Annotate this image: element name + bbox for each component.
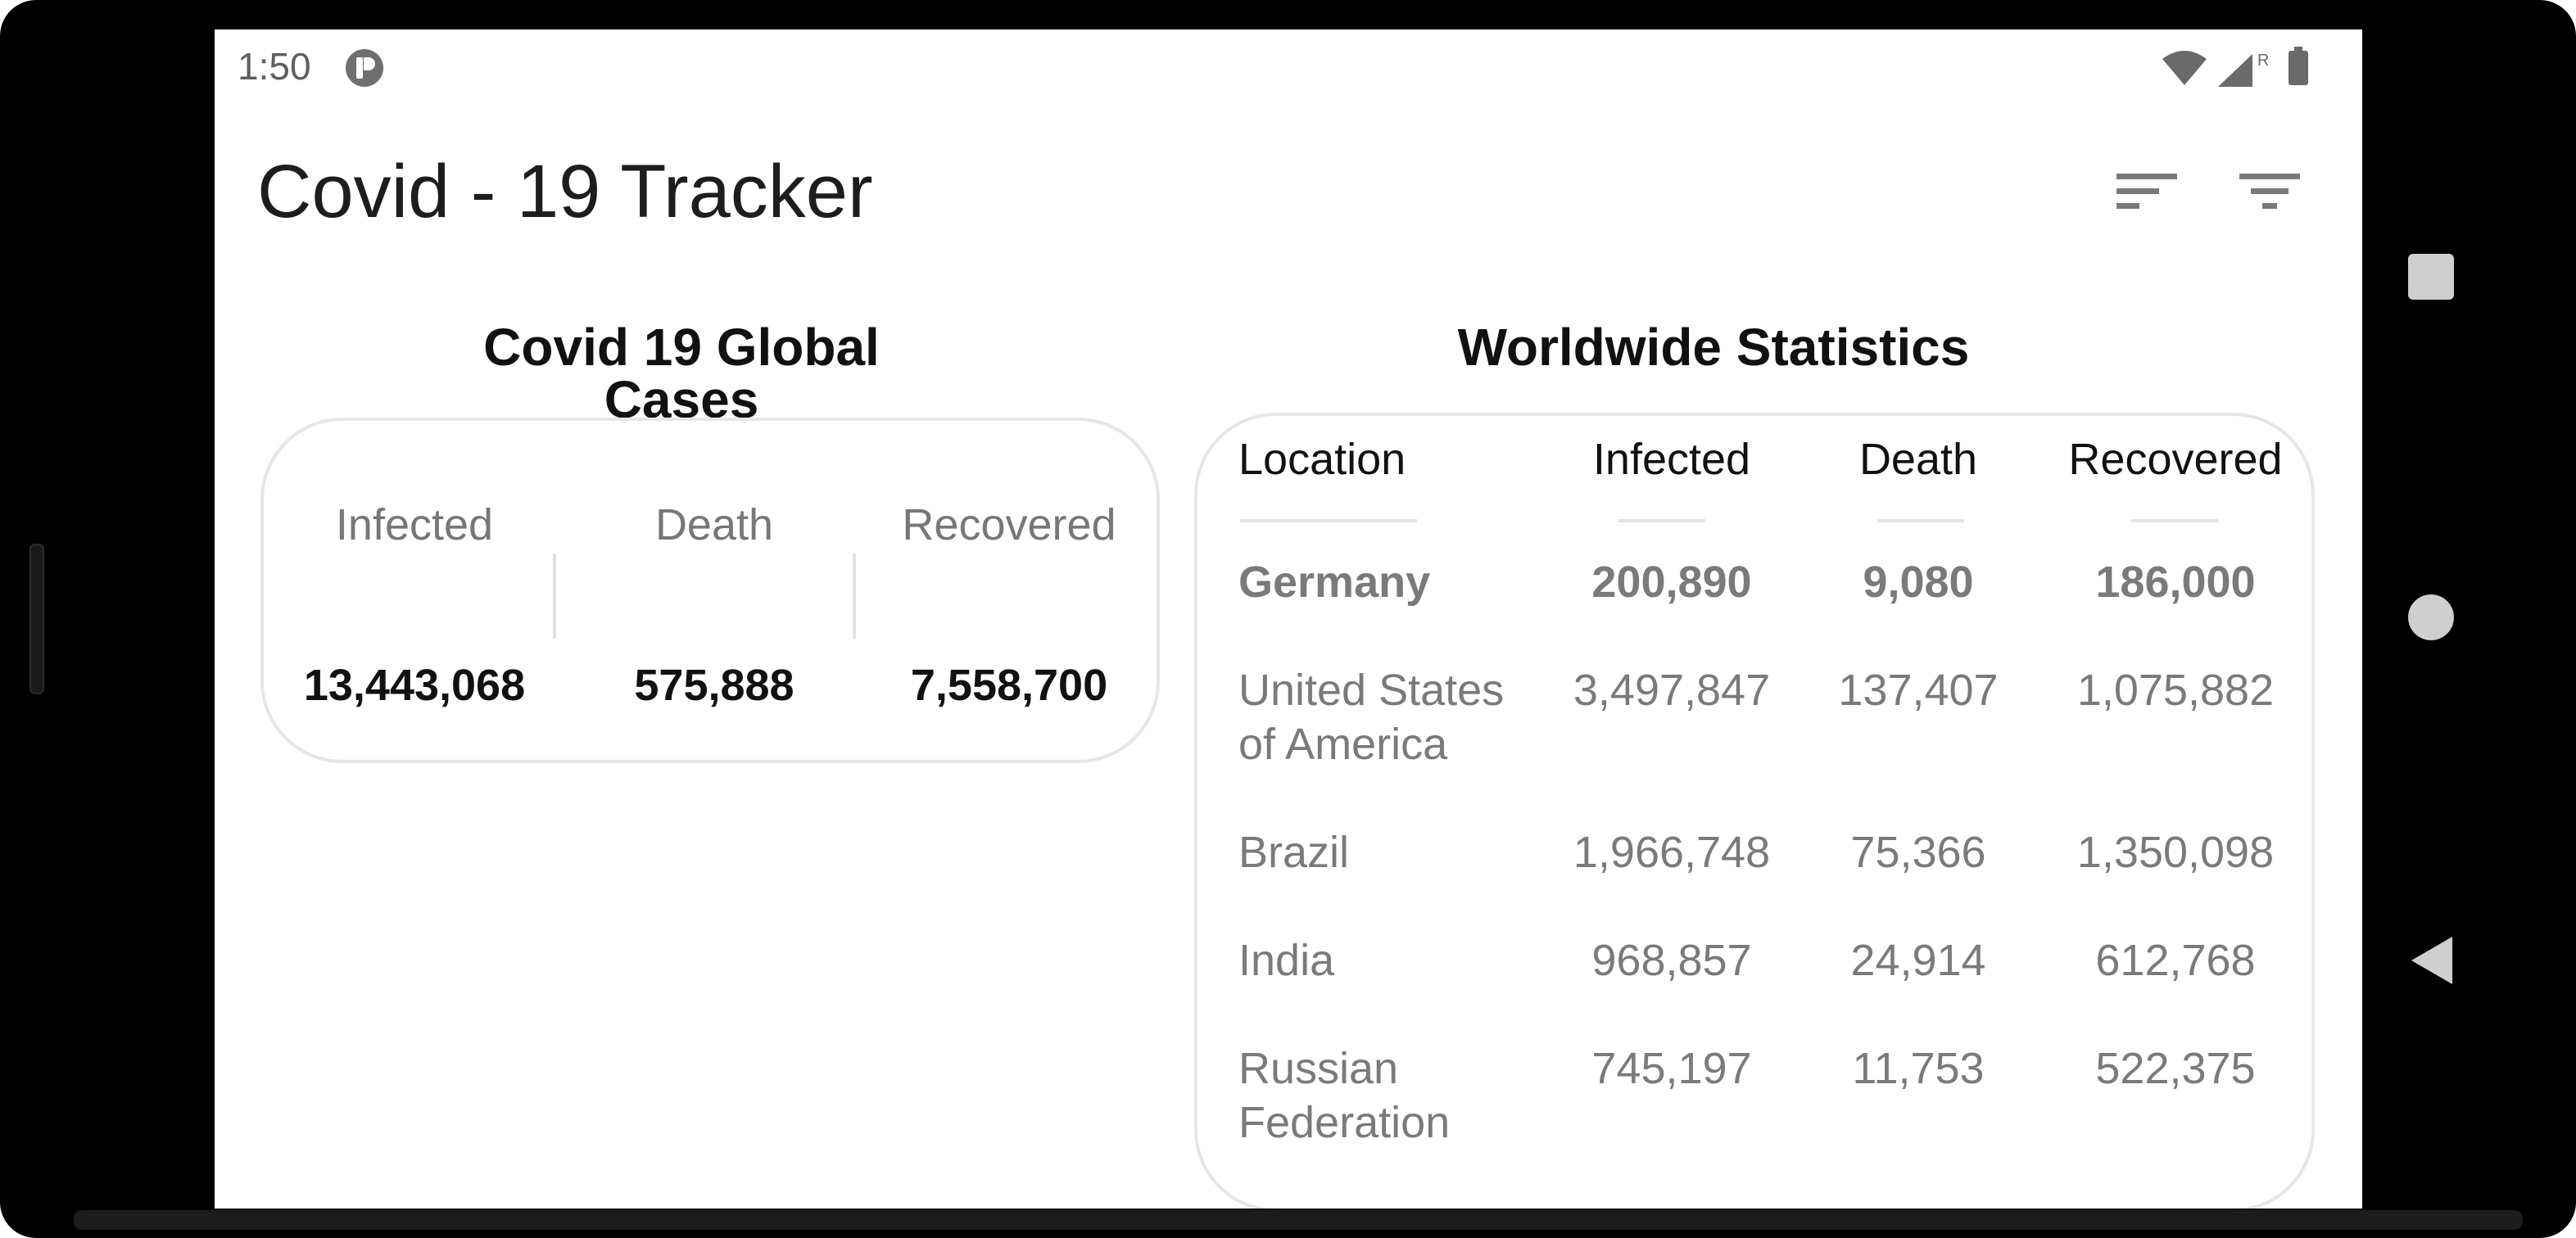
global-infected-label: Infected [335, 500, 494, 549]
roaming-label: R [2257, 52, 2269, 70]
row-location: Brazil [1238, 828, 1350, 877]
signal-icon: R [2218, 52, 2269, 87]
global-death-label: Death [654, 500, 774, 549]
header-location[interactable]: Location [1238, 432, 1550, 486]
row-location: United States of America [1238, 666, 1505, 769]
row-death: 75,366 [1850, 828, 1986, 877]
row-recovered: 612,768 [2095, 936, 2256, 985]
device-side-button [29, 544, 44, 694]
worldwide-stats-card: Location Infected Death Recovered German… [1194, 413, 2315, 1209]
row-recovered: 522,375 [2095, 1044, 2256, 1093]
row-death: 24,914 [1850, 936, 1986, 985]
recents-icon[interactable] [2408, 254, 2454, 300]
row-recovered: 1,075,882 [2076, 666, 2275, 715]
worldwide-heading: Worldwide Statistics [1457, 318, 1970, 377]
row-infected: 1,966,748 [1573, 828, 1771, 877]
header-underline [1240, 519, 1417, 522]
header-underline [2131, 519, 2218, 522]
header-underline [1618, 519, 1705, 522]
status-time: 1:50 [238, 45, 311, 88]
row-location: Germany [1238, 558, 1431, 607]
row-death: 9,080 [1863, 558, 1974, 607]
tracker-app-icon [346, 49, 383, 87]
wifi-icon [2162, 51, 2207, 85]
header-death[interactable]: Death [1795, 432, 2041, 486]
row-death: 11,753 [1852, 1044, 1985, 1093]
row-recovered: 186,000 [2095, 558, 2256, 607]
header-infected[interactable]: Infected [1537, 432, 1807, 486]
global-recovered-value: 7,558,700 [910, 661, 1108, 710]
row-location: India [1238, 936, 1335, 985]
row-infected: 3,497,847 [1573, 666, 1771, 715]
battery-icon [2289, 47, 2308, 85]
row-infected: 968,857 [1591, 936, 1752, 985]
global-death-value: 575,888 [634, 661, 795, 710]
global-infected-value: 13,443,068 [303, 661, 526, 710]
global-cases-heading: Covid 19 Global Cases [483, 318, 880, 429]
row-death: 137,407 [1838, 666, 1999, 715]
home-icon[interactable] [2408, 594, 2454, 640]
sort-icon[interactable] [2115, 169, 2180, 218]
app-title: Covid - 19 Tracker [257, 150, 873, 233]
row-infected: 200,890 [1591, 558, 1752, 607]
column-divider [853, 553, 856, 639]
header-recovered[interactable]: Recovered [2044, 432, 2307, 486]
global-cases-card: Infected Death Recovered 13,443,068 575,… [260, 418, 1160, 763]
column-divider [553, 553, 556, 639]
global-recovered-label: Recovered [902, 500, 1116, 549]
status-icons: R [2161, 47, 2333, 88]
back-icon[interactable] [2408, 933, 2456, 987]
row-infected: 745,197 [1591, 1044, 1752, 1093]
device-bottom-edge [74, 1210, 2523, 1230]
app-screen: 1:50 R Covid - 19 Tracker Covid 19 Globa… [215, 29, 2362, 1209]
row-recovered: 1,350,098 [2076, 828, 2275, 877]
header-underline [1877, 519, 1964, 522]
row-location: Russian Federation [1238, 1044, 1451, 1147]
device-frame: 1:50 R Covid - 19 Tracker Covid 19 Globa… [0, 0, 2576, 1238]
filter-icon[interactable] [2238, 169, 2303, 218]
